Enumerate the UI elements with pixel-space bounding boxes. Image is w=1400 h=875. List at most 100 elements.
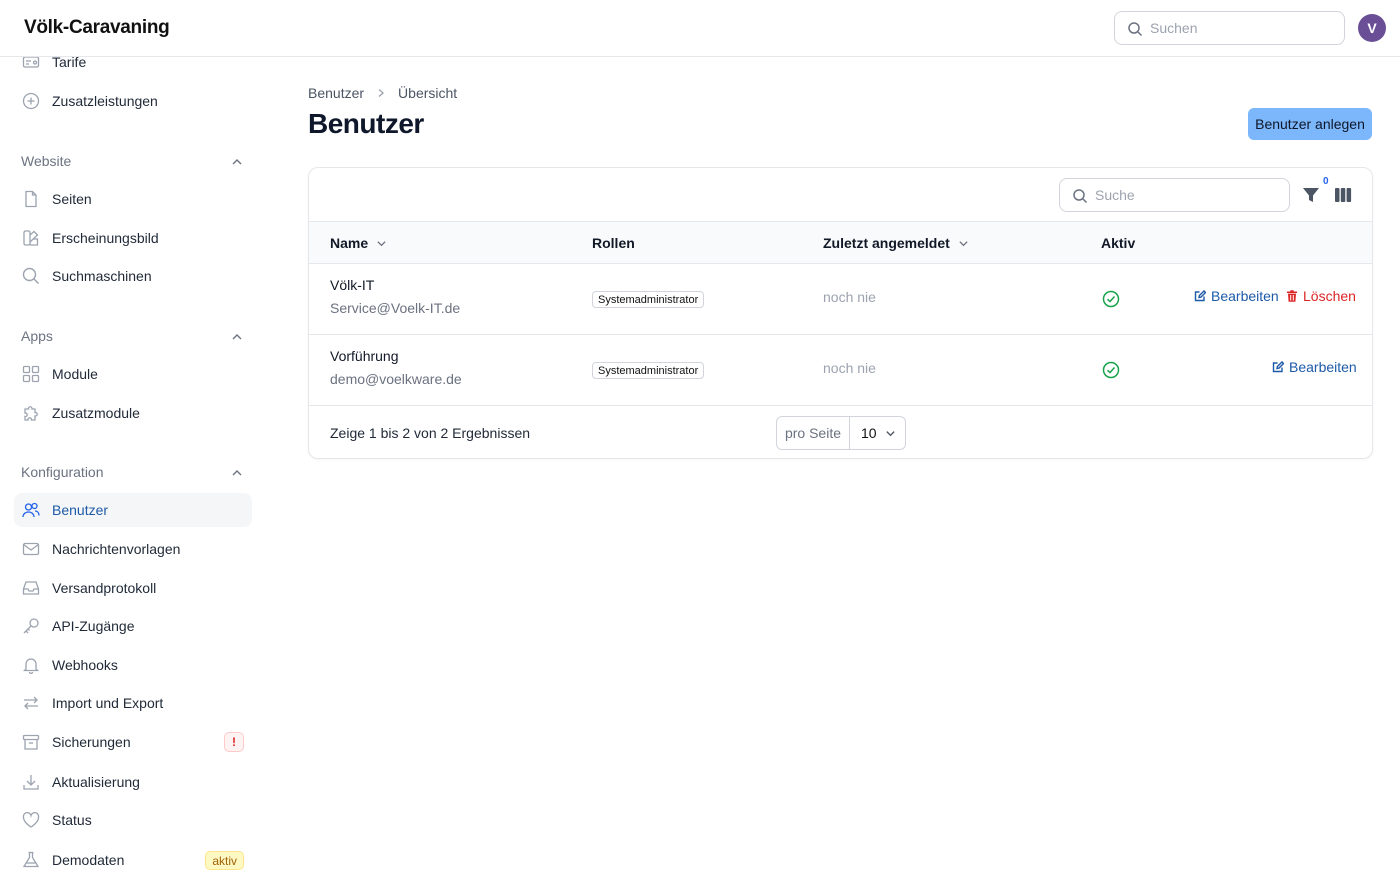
sidebar-item-aktualisierung[interactable]: Aktualisierung	[14, 765, 252, 799]
sidebar: Tarife Zusatzleistungen Website Seiten E…	[0, 54, 268, 875]
edit-button[interactable]: Bearbeiten	[1272, 359, 1357, 375]
sidebar-item-module[interactable]: Module	[14, 357, 252, 391]
table-header: Name Rollen Zuletzt angemeldet Aktiv	[309, 221, 1372, 264]
last-login: noch nie	[823, 289, 876, 305]
page-title: Benutzer	[308, 108, 424, 139]
users-icon	[22, 502, 40, 518]
sidebar-item-label: Versandprotokoll	[52, 580, 157, 596]
user-email: demo@voelkware.de	[330, 371, 462, 387]
last-login: noch nie	[823, 360, 876, 376]
column-header-roles: Rollen	[592, 235, 635, 251]
grid-icon	[22, 365, 40, 383]
sidebar-item-erscheinungsbild[interactable]: Erscheinungsbild	[14, 221, 252, 255]
table-search-input[interactable]	[1095, 179, 1285, 211]
edit-icon	[1272, 361, 1284, 373]
arrows-icon	[24, 696, 38, 710]
table-search[interactable]	[1059, 178, 1290, 212]
table-row[interactable]: Vorführung demo@voelkware.de Systemadmin…	[309, 335, 1372, 406]
sidebar-item-sicherungen[interactable]: Sicherungen !	[14, 725, 252, 759]
global-search-input[interactable]	[1150, 12, 1340, 44]
sidebar-item-label: Sicherungen	[52, 734, 131, 750]
column-header-label: Name	[330, 235, 369, 251]
download-icon	[23, 775, 39, 790]
search-icon	[22, 267, 39, 284]
heart-icon	[22, 812, 40, 828]
chevron-up-icon	[232, 159, 242, 165]
sidebar-item-webhooks[interactable]: Webhooks	[14, 648, 252, 682]
sidebar-item-seiten[interactable]: Seiten	[14, 182, 252, 216]
sidebar-item-label: Suchmaschinen	[52, 268, 152, 284]
sidebar-item-versandprotokoll[interactable]: Versandprotokoll	[14, 571, 252, 605]
sidebar-item-import-export[interactable]: Import und Export	[14, 686, 252, 720]
plus-circle-icon	[22, 92, 40, 110]
warning-badge: !	[224, 732, 244, 752]
column-header-label: Zuletzt angemeldet	[823, 235, 950, 251]
sidebar-item-label: Erscheinungsbild	[52, 230, 159, 246]
sidebar-item-label: Import und Export	[52, 695, 164, 711]
chevron-down-icon	[959, 240, 968, 246]
sidebar-item-demodaten[interactable]: Demodaten aktiv	[14, 843, 252, 875]
section-title: Website	[21, 153, 72, 169]
sidebar-item-suchmaschinen[interactable]: Suchmaschinen	[14, 259, 252, 293]
key-icon	[23, 618, 39, 634]
columns-icon[interactable]	[1334, 186, 1352, 204]
section-apps[interactable]: Apps	[21, 328, 245, 348]
puzzle-icon	[24, 406, 38, 421]
sidebar-item-nachrichtenvorlagen[interactable]: Nachrichtenvorlagen	[14, 532, 252, 566]
chevron-up-icon	[232, 334, 242, 340]
sidebar-item-label: Nachrichtenvorlagen	[52, 541, 181, 557]
sidebar-item-zusatzmodule[interactable]: Zusatzmodule	[14, 396, 252, 430]
delete-button[interactable]: Löschen	[1286, 288, 1356, 304]
check-circle-icon	[1102, 290, 1120, 308]
sidebar-item-api-zugaenge[interactable]: API-Zugänge	[14, 609, 252, 643]
edit-button-label: Bearbeiten	[1289, 359, 1357, 375]
bell-icon	[22, 658, 40, 674]
section-konfiguration[interactable]: Konfiguration	[21, 464, 245, 484]
role-badge: Systemadministrator	[592, 291, 705, 308]
global-search[interactable]	[1114, 11, 1345, 45]
inbox-icon	[22, 581, 40, 595]
search-icon	[1073, 189, 1088, 204]
sidebar-item-label: Status	[52, 812, 92, 828]
sidebar-item-label: Zusatzmodule	[52, 405, 140, 421]
column-header-last-login[interactable]: Zuletzt angemeldet	[823, 235, 969, 251]
column-header-name[interactable]: Name	[330, 235, 387, 251]
edit-button-label: Bearbeiten	[1211, 288, 1279, 304]
section-title: Konfiguration	[21, 464, 104, 480]
sidebar-item-label: Zusatzleistungen	[52, 93, 158, 109]
sidebar-item-label: Demodaten	[52, 852, 125, 868]
filter-icon[interactable]	[1302, 186, 1320, 204]
section-title: Apps	[21, 328, 53, 344]
users-table-card: 0 Name Rollen Zuletzt angemeldet Aktiv V…	[308, 167, 1373, 459]
envelope-icon	[22, 542, 40, 556]
status-badge: aktiv	[205, 851, 244, 870]
chevron-down-icon	[886, 431, 895, 437]
flask-icon	[22, 851, 40, 868]
user-name: Völk-IT	[330, 277, 375, 293]
archive-icon	[22, 734, 40, 750]
brand-title[interactable]: Völk-Caravaning	[24, 17, 170, 39]
section-website[interactable]: Website	[21, 153, 245, 173]
table-row[interactable]: Völk-IT Service@Voelk-IT.de Systemadmini…	[309, 264, 1372, 335]
chevron-down-icon	[377, 240, 386, 246]
edit-icon	[1194, 290, 1206, 302]
edit-button[interactable]: Bearbeiten	[1194, 288, 1279, 304]
chevron-up-icon	[232, 470, 242, 476]
chevron-right-icon	[378, 89, 385, 97]
breadcrumb-current: Übersicht	[398, 85, 458, 101]
breadcrumb: Benutzer Übersicht	[308, 85, 457, 101]
create-user-button[interactable]: Benutzer anlegen	[1248, 108, 1372, 140]
pagination-summary: Zeige 1 bis 2 von 2 Ergebnissen	[330, 425, 531, 441]
sidebar-item-label: Benutzer	[52, 502, 109, 518]
sidebar-item-status[interactable]: Status	[14, 803, 252, 837]
column-header-label: Rollen	[592, 235, 635, 251]
sidebar-item-benutzer[interactable]: Benutzer	[14, 493, 252, 527]
sidebar-item-zusatzleistungen[interactable]: Zusatzleistungen	[14, 84, 252, 118]
per-page-select[interactable]: pro Seite 10	[776, 416, 906, 450]
per-page-value-dropdown[interactable]: 10	[850, 417, 905, 449]
delete-button-label: Löschen	[1303, 288, 1356, 304]
avatar[interactable]: V	[1358, 14, 1386, 42]
breadcrumb-link-benutzer[interactable]: Benutzer	[308, 85, 364, 101]
user-email: Service@Voelk-IT.de	[330, 300, 461, 316]
role-badge: Systemadministrator	[592, 362, 705, 379]
